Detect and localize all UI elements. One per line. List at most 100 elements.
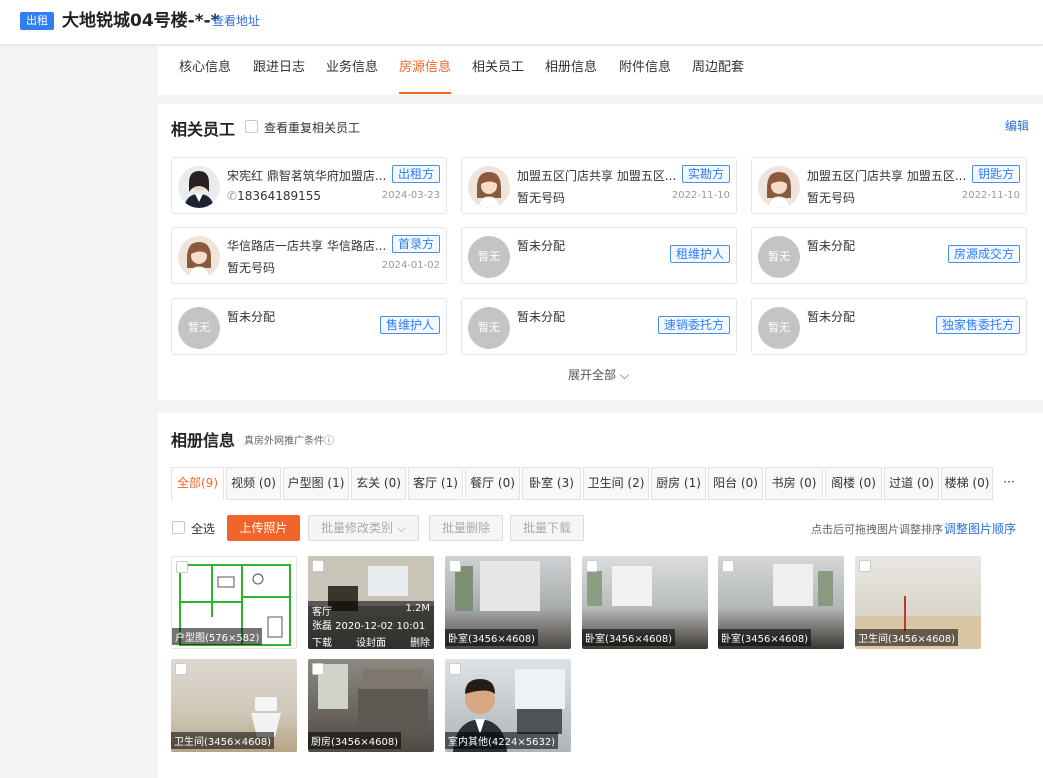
photo-caption: 厨房(3456×4608) [308, 732, 402, 749]
role-badge: 房源成交方 [947, 245, 1020, 263]
staff-card[interactable]: 暂无 暂未分配 房源成交方 [751, 227, 1027, 284]
staff-card[interactable]: 暂无 暂未分配 售维护人 [171, 298, 447, 355]
staff-name: 暂未分配 [517, 239, 566, 253]
adjust-order-link[interactable]: 调整图片顺序 [944, 520, 1016, 537]
tab-follow-log[interactable]: 跟进日志 [253, 60, 305, 94]
staff-card[interactable]: 暂无 暂未分配 租维护人 [461, 227, 737, 284]
download-photo-link[interactable]: 下载 [312, 634, 332, 649]
batch-change-category-button[interactable]: 批量修改类别 ⌵ [308, 515, 419, 541]
category-tab-kitchen[interactable]: 厨房 (1) [651, 467, 706, 500]
photo-thumbnail[interactable]: 室内其他(4224×5632) [445, 659, 571, 752]
staff-name: 加盟五区门店共享 加盟五区... [517, 169, 677, 183]
drag-sort-hint: 点击后可拖拽图片调整排序 [811, 523, 943, 536]
staff-date: 2022-11-10 [671, 190, 730, 201]
category-tab-all[interactable]: 全部(9) [171, 467, 224, 500]
photo-checkbox[interactable] [586, 560, 598, 572]
category-tab-corridor[interactable]: 过道 (0) [884, 467, 939, 500]
tab-nearby[interactable]: 周边配套 [692, 60, 744, 94]
category-tab-stairs[interactable]: 楼梯 (0) [941, 467, 993, 500]
staff-phone: ✆18364189155 [227, 189, 322, 203]
batch-download-button[interactable]: 批量下载 [510, 515, 584, 541]
staff-phone: 暂无号码 [227, 261, 276, 275]
photo-caption: 卧室(3456×4608) [582, 629, 676, 646]
photo-caption: 户型图(576×582) [172, 628, 263, 645]
role-badge: 速销委托方 [657, 316, 730, 334]
category-tab-attic[interactable]: 阁楼 (0) [825, 467, 882, 500]
role-badge: 钥匙方 [971, 165, 1020, 183]
staff-card[interactable]: 暂无 暂未分配 速销委托方 [461, 298, 737, 355]
avatar: 暂无 [468, 307, 510, 349]
tab-attachments[interactable]: 附件信息 [619, 60, 671, 94]
photo-uploader: 张磊 2020-12-02 10:01 [312, 621, 426, 632]
photo-checkbox[interactable] [312, 560, 324, 572]
photo-checkbox[interactable] [312, 663, 324, 675]
show-duplicate-label: 查看重复相关员工 [264, 121, 361, 135]
photo-thumbnail[interactable]: 卫生间(3456×4608) [855, 556, 981, 649]
photo-checkbox[interactable] [859, 560, 871, 572]
staff-section-title: 相关员工 [171, 120, 236, 139]
select-all-label: 全选 [191, 522, 216, 536]
photo-checkbox[interactable] [176, 561, 188, 573]
detail-tabs: 核心信息 跟进日志 业务信息 房源信息 相关员工 相册信息 附件信息 周边配套 [158, 46, 1043, 95]
avatar [178, 166, 220, 208]
select-all-checkbox[interactable] [172, 521, 185, 534]
photo-thumbnail[interactable]: 卫生间(3456×4608) [171, 659, 297, 752]
category-tab-balcony[interactable]: 阳台 (0) [708, 467, 763, 500]
staff-card[interactable]: 暂无 暂未分配 独家售委托方 [751, 298, 1027, 355]
staff-name: 华信路店一店共享 华信路店... [227, 239, 387, 253]
promotion-conditions-link[interactable]: 真房外网推广条件ⓘ [244, 432, 334, 447]
photo-caption: 卫生间(3456×4608) [171, 732, 275, 749]
photo-thumbnail[interactable]: 卧室(3456×4608) [582, 556, 708, 649]
photo-checkbox[interactable] [449, 560, 461, 572]
staff-date: 2024-03-23 [381, 190, 440, 201]
category-tab-living[interactable]: 客厅 (1) [408, 467, 463, 500]
staff-name: 加盟五区门店共享 加盟五区... [807, 169, 967, 183]
tab-core-info[interactable]: 核心信息 [179, 60, 231, 94]
tab-listing-info[interactable]: 房源信息 [399, 60, 452, 94]
photo-checkbox[interactable] [722, 560, 734, 572]
staff-card[interactable]: 加盟五区门店共享 加盟五区... 暂无号码 2022-11-10 钥匙方 [751, 157, 1027, 214]
category-tab-bathroom[interactable]: 卫生间 (2) [583, 467, 649, 500]
photo-thumbnail[interactable]: 户型图(576×582) [171, 556, 297, 649]
photo-caption: 卧室(3456×4608) [445, 629, 539, 646]
tab-related-staff[interactable]: 相关员工 [472, 60, 524, 94]
photo-thumbnail[interactable]: 客厅 1.2M 张磊 2020-12-02 10:01 下载 设封面 删除 [308, 556, 434, 649]
category-tab-entry[interactable]: 玄关 (0) [351, 467, 406, 500]
avatar: 暂无 [758, 236, 800, 278]
photo-thumbnail[interactable]: 卧室(3456×4608) [718, 556, 844, 649]
staff-phone: 暂无号码 [807, 191, 856, 205]
avatar [178, 236, 220, 278]
photo-thumbnail[interactable]: 卧室(3456×4608) [445, 556, 571, 649]
category-tab-study[interactable]: 书房 (0) [765, 467, 823, 500]
photo-thumbnail[interactable]: 厨房(3456×4608) [308, 659, 434, 752]
photo-info-overlay: 客厅 1.2M 张磊 2020-12-02 10:01 下载 设封面 删除 [308, 601, 434, 649]
show-duplicate-checkbox[interactable] [245, 120, 258, 133]
more-categories-button[interactable]: ··· [995, 467, 1023, 500]
category-tab-dining[interactable]: 餐厅 (0) [465, 467, 520, 500]
photo-checkbox[interactable] [175, 663, 187, 675]
delete-photo-link[interactable]: 删除 [410, 634, 430, 649]
category-tab-video[interactable]: 视频 (0) [226, 467, 281, 500]
category-tab-bedroom[interactable]: 卧室 (3) [522, 467, 581, 500]
tab-business-info[interactable]: 业务信息 [326, 60, 378, 94]
edit-staff-link[interactable]: 编辑 [1005, 117, 1029, 134]
staff-date: 2024-01-02 [381, 260, 440, 271]
tab-album-info[interactable]: 相册信息 [545, 60, 597, 94]
staff-name: 暂未分配 [807, 239, 856, 253]
staff-card[interactable]: 华信路店一店共享 华信路店... 暂无号码 2024-01-02 首录方 [171, 227, 447, 284]
staff-card[interactable]: 加盟五区门店共享 加盟五区... 暂无号码 2022-11-10 实勘方 [461, 157, 737, 214]
role-badge: 售维护人 [379, 316, 440, 334]
upload-photo-button[interactable]: 上传照片 [227, 515, 300, 541]
phone-icon: ✆ [227, 189, 238, 203]
view-address-link[interactable]: 查看地址 [212, 13, 260, 29]
avatar [758, 166, 800, 208]
category-tab-floorplan[interactable]: 户型图 (1) [283, 467, 349, 500]
set-cover-link[interactable]: 设封面 [356, 634, 386, 649]
batch-delete-button[interactable]: 批量删除 [429, 515, 503, 541]
expand-all-link[interactable]: 展开全部 ⌵ [568, 366, 629, 383]
role-badge: 出租方 [391, 165, 440, 183]
staff-name: 暂未分配 [227, 310, 276, 324]
photo-checkbox[interactable] [449, 663, 461, 675]
staff-phone: 暂无号码 [517, 191, 566, 205]
staff-card[interactable]: 宋宪红 鼎智茗筑华府加盟店... ✆18364189155 2024-03-23… [171, 157, 447, 214]
